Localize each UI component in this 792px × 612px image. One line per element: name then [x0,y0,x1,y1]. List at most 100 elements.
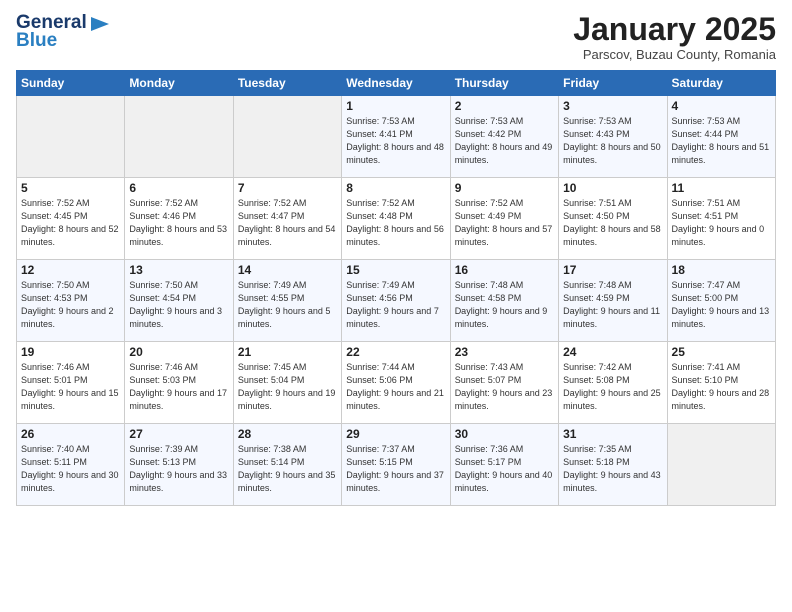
calendar-cell: 21 Sunrise: 7:45 AM Sunset: 5:04 PM Dayli… [233,342,341,424]
calendar-cell: 8Sunrise: 7:52 AM Sunset: 4:48 PM Daylig… [342,178,450,260]
calendar-cell: 4 Sunrise: 7:53 AM Sunset: 4:44 PM Daylig… [667,96,775,178]
day-info: Sunrise: 7:52 AM Sunset: 4:49 PM Dayligh… [455,197,554,249]
day-number: 12 [21,263,120,277]
day-number: 20 [129,345,228,359]
day-number: 23 [455,345,554,359]
subtitle: Parscov, Buzau County, Romania [573,47,776,62]
day-number: 21 [238,345,337,359]
day-info: Sunrise: 7:46 AM Sunset: 5:01 PM Dayligh… [21,361,120,413]
day-number: 10 [563,181,662,195]
calendar-cell: 25Sunrise: 7:41 AM Sunset: 5:10 PM Dayli… [667,342,775,424]
calendar-cell: 29 Sunrise: 7:37 AM Sunset: 5:15 PM Dayli… [342,424,450,506]
day-number: 4 [672,99,771,113]
day-info: Sunrise: 7:51 AM Sunset: 4:50 PM Dayligh… [563,197,662,249]
calendar-header-row: SundayMondayTuesdayWednesdayThursdayFrid… [17,71,776,96]
logo-flag-icon [89,15,111,33]
day-number: 19 [21,345,120,359]
day-info: Sunrise: 7:37 AM Sunset: 5:15 PM Dayligh… [346,443,445,495]
calendar-week-3: 19 Sunrise: 7:46 AM Sunset: 5:01 PM Dayli… [17,342,776,424]
day-info: Sunrise: 7:53 AM Sunset: 4:42 PM Dayligh… [455,115,554,167]
calendar-cell: 30Sunrise: 7:36 AM Sunset: 5:17 PM Dayli… [450,424,558,506]
day-info: Sunrise: 7:49 AM Sunset: 4:56 PM Dayligh… [346,279,445,331]
calendar-cell: 5Sunrise: 7:52 AM Sunset: 4:45 PM Daylig… [17,178,125,260]
day-number: 17 [563,263,662,277]
day-info: Sunrise: 7:38 AM Sunset: 5:14 PM Dayligh… [238,443,337,495]
day-number: 3 [563,99,662,113]
calendar-cell: 23 Sunrise: 7:43 AM Sunset: 5:07 PM Dayli… [450,342,558,424]
day-info: Sunrise: 7:39 AM Sunset: 5:13 PM Dayligh… [129,443,228,495]
calendar-cell: 27 Sunrise: 7:39 AM Sunset: 5:13 PM Dayli… [125,424,233,506]
day-number: 1 [346,99,445,113]
day-number: 24 [563,345,662,359]
calendar-cell: 1Sunrise: 7:53 AM Sunset: 4:41 PM Daylig… [342,96,450,178]
day-number: 13 [129,263,228,277]
calendar-cell [17,96,125,178]
month-title: January 2025 [573,12,776,47]
calendar-cell: 13 Sunrise: 7:50 AM Sunset: 4:54 PM Dayli… [125,260,233,342]
calendar-cell: 10 Sunrise: 7:51 AM Sunset: 4:50 PM Dayli… [559,178,667,260]
calendar-cell: 15 Sunrise: 7:49 AM Sunset: 4:56 PM Dayli… [342,260,450,342]
day-number: 30 [455,427,554,441]
day-number: 6 [129,181,228,195]
calendar-week-1: 5Sunrise: 7:52 AM Sunset: 4:45 PM Daylig… [17,178,776,260]
calendar-table: SundayMondayTuesdayWednesdayThursdayFrid… [16,70,776,506]
day-info: Sunrise: 7:46 AM Sunset: 5:03 PM Dayligh… [129,361,228,413]
calendar-cell: 9 Sunrise: 7:52 AM Sunset: 4:49 PM Daylig… [450,178,558,260]
day-info: Sunrise: 7:50 AM Sunset: 4:53 PM Dayligh… [21,279,120,331]
calendar-cell: 19 Sunrise: 7:46 AM Sunset: 5:01 PM Dayli… [17,342,125,424]
day-number: 11 [672,181,771,195]
day-number: 14 [238,263,337,277]
calendar-cell [125,96,233,178]
calendar-week-4: 26 Sunrise: 7:40 AM Sunset: 5:11 PM Dayli… [17,424,776,506]
day-number: 25 [672,345,771,359]
calendar-cell: 16Sunrise: 7:48 AM Sunset: 4:58 PM Dayli… [450,260,558,342]
day-number: 26 [21,427,120,441]
day-number: 27 [129,427,228,441]
calendar-cell: 18Sunrise: 7:47 AM Sunset: 5:00 PM Dayli… [667,260,775,342]
calendar-week-0: 1Sunrise: 7:53 AM Sunset: 4:41 PM Daylig… [17,96,776,178]
calendar-cell: 22Sunrise: 7:44 AM Sunset: 5:06 PM Dayli… [342,342,450,424]
calendar-header-saturday: Saturday [667,71,775,96]
header: General Blue January 2025 Parscov, Buzau… [16,12,776,62]
calendar-cell: 12 Sunrise: 7:50 AM Sunset: 4:53 PM Dayli… [17,260,125,342]
calendar-cell: 17Sunrise: 7:48 AM Sunset: 4:59 PM Dayli… [559,260,667,342]
calendar-header-friday: Friday [559,71,667,96]
day-info: Sunrise: 7:52 AM Sunset: 4:48 PM Dayligh… [346,197,445,249]
day-info: Sunrise: 7:53 AM Sunset: 4:44 PM Dayligh… [672,115,771,167]
calendar-header-tuesday: Tuesday [233,71,341,96]
day-number: 16 [455,263,554,277]
calendar-cell [233,96,341,178]
day-info: Sunrise: 7:43 AM Sunset: 5:07 PM Dayligh… [455,361,554,413]
day-number: 2 [455,99,554,113]
day-number: 5 [21,181,120,195]
day-number: 31 [563,427,662,441]
day-number: 9 [455,181,554,195]
day-number: 7 [238,181,337,195]
day-number: 22 [346,345,445,359]
day-info: Sunrise: 7:42 AM Sunset: 5:08 PM Dayligh… [563,361,662,413]
title-block: January 2025 Parscov, Buzau County, Roma… [573,12,776,62]
calendar-header-monday: Monday [125,71,233,96]
day-info: Sunrise: 7:49 AM Sunset: 4:55 PM Dayligh… [238,279,337,331]
calendar-cell: 6 Sunrise: 7:52 AM Sunset: 4:46 PM Daylig… [125,178,233,260]
calendar-cell: 11 Sunrise: 7:51 AM Sunset: 4:51 PM Dayli… [667,178,775,260]
day-number: 28 [238,427,337,441]
logo: General Blue [16,12,111,52]
day-info: Sunrise: 7:40 AM Sunset: 5:11 PM Dayligh… [21,443,120,495]
calendar-cell: 26 Sunrise: 7:40 AM Sunset: 5:11 PM Dayli… [17,424,125,506]
calendar-cell: 14 Sunrise: 7:49 AM Sunset: 4:55 PM Dayli… [233,260,341,342]
day-info: Sunrise: 7:50 AM Sunset: 4:54 PM Dayligh… [129,279,228,331]
calendar-cell: 24 Sunrise: 7:42 AM Sunset: 5:08 PM Dayli… [559,342,667,424]
day-info: Sunrise: 7:52 AM Sunset: 4:47 PM Dayligh… [238,197,337,249]
calendar-header-sunday: Sunday [17,71,125,96]
day-number: 18 [672,263,771,277]
logo-blue: Blue [16,30,57,52]
day-info: Sunrise: 7:51 AM Sunset: 4:51 PM Dayligh… [672,197,771,249]
calendar-cell: 28 Sunrise: 7:38 AM Sunset: 5:14 PM Dayli… [233,424,341,506]
day-info: Sunrise: 7:45 AM Sunset: 5:04 PM Dayligh… [238,361,337,413]
calendar-cell: 31Sunrise: 7:35 AM Sunset: 5:18 PM Dayli… [559,424,667,506]
day-number: 29 [346,427,445,441]
day-info: Sunrise: 7:52 AM Sunset: 4:46 PM Dayligh… [129,197,228,249]
day-info: Sunrise: 7:53 AM Sunset: 4:43 PM Dayligh… [563,115,662,167]
day-number: 15 [346,263,445,277]
